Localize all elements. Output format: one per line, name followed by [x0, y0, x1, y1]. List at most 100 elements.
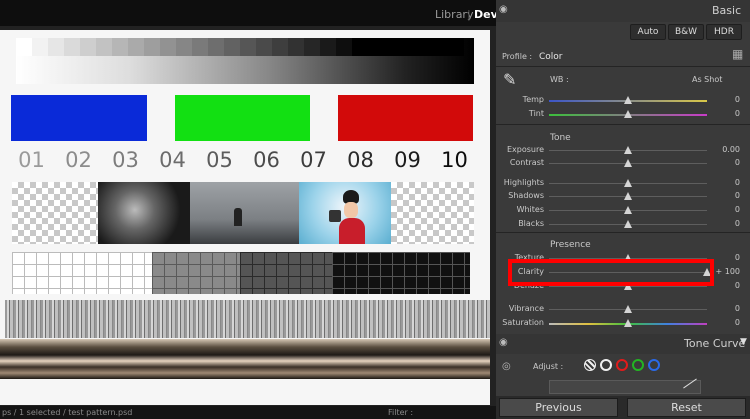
motion-blur-strip — [0, 339, 490, 379]
tone-curve-title: Tone Curve — [684, 337, 746, 350]
slider-value[interactable]: 0 — [710, 109, 740, 118]
slider-thumb[interactable] — [624, 319, 632, 327]
slider-value[interactable]: 0 — [710, 318, 740, 327]
slider-row-saturation[interactable]: Saturation 0 — [496, 317, 750, 329]
tone-curve-header[interactable]: ◉ Tone Curve ▼ — [496, 334, 750, 354]
reset-button[interactable]: Reset — [627, 398, 746, 417]
number-label: 07 — [300, 148, 327, 172]
slider-row-whites[interactable]: Whites 0 — [496, 204, 750, 216]
bottom-buttons: Previous Reset — [496, 396, 750, 419]
module-bar: Library | Deve — [0, 0, 505, 26]
slider-label: Vibrance — [508, 304, 544, 313]
slider-thumb[interactable] — [624, 110, 632, 118]
pinup-illustration — [299, 182, 391, 244]
slider-thumb[interactable] — [624, 220, 632, 228]
slider-row-exposure[interactable]: Exposure 0.00 — [496, 144, 750, 156]
number-label: 05 — [206, 148, 233, 172]
slider-label: Highlights — [503, 178, 544, 187]
hdr-button[interactable]: HDR — [706, 24, 742, 40]
tone-section-title: Tone — [550, 133, 571, 143]
presence-section-title: Presence — [550, 240, 591, 250]
curve-graph[interactable] — [549, 378, 701, 394]
adjust-label: Adjust : — [533, 362, 564, 371]
target-adjust-icon[interactable]: ◎ — [502, 361, 511, 372]
slider-value[interactable]: 0 — [710, 178, 740, 187]
slider-row-vibrance[interactable]: Vibrance 0 — [496, 303, 750, 315]
number-label: 02 — [65, 148, 92, 172]
slider-value[interactable]: + 100 — [710, 267, 740, 276]
slider-value[interactable]: 0 — [710, 281, 740, 290]
slider-value[interactable]: 0 — [710, 95, 740, 104]
profile-browser-icon[interactable]: ▦ — [732, 47, 743, 61]
selection-info: ps / 1 selected / test pattern.psd — [2, 408, 133, 417]
black-grid — [332, 252, 470, 294]
slider-label: Contrast — [509, 158, 544, 167]
rgb-channel-icon[interactable] — [600, 359, 612, 371]
transparency-checker-left — [12, 182, 98, 244]
filmstrip-bar: ps / 1 selected / test pattern.psd Filte… — [0, 406, 496, 419]
slider-thumb[interactable] — [624, 206, 632, 214]
slider-label: Exposure — [506, 145, 544, 154]
green-swatch — [175, 95, 310, 141]
number-label: 08 — [347, 148, 374, 172]
auto-button[interactable]: Auto — [630, 24, 666, 40]
panel-title: Basic — [712, 4, 742, 17]
previous-button[interactable]: Previous — [499, 398, 618, 417]
wb-select[interactable]: As Shot — [692, 75, 722, 84]
profile-label: Profile : — [502, 52, 533, 61]
slider-label: Temp — [522, 95, 544, 104]
test-pattern-image[interactable]: 01 02 03 04 05 06 07 08 09 10 — [0, 30, 490, 405]
slider-thumb[interactable] — [624, 179, 632, 187]
wb-label: WB : — [550, 75, 569, 84]
profile-select[interactable]: Color — [539, 52, 563, 62]
number-label: 06 — [253, 148, 280, 172]
number-label: 01 — [18, 148, 45, 172]
dark-grid — [240, 252, 332, 294]
slider-value[interactable]: 0 — [710, 158, 740, 167]
slider-value[interactable]: 0 — [710, 205, 740, 214]
eye-icon[interactable]: ◉ — [499, 4, 508, 15]
number-row: 01 02 03 04 05 06 07 08 09 10 — [8, 148, 478, 172]
slider-row-contrast[interactable]: Contrast 0 — [496, 157, 750, 169]
slider-label: Shadows — [508, 191, 544, 200]
filter-label[interactable]: Filter : — [388, 408, 413, 417]
basic-header[interactable]: ◉ Basic — [496, 0, 750, 22]
slider-thumb[interactable] — [624, 192, 632, 200]
slider-row-temp[interactable]: Temp 0 — [496, 94, 750, 106]
slider-value[interactable]: 0 — [710, 191, 740, 200]
clarity-highlight-box — [508, 259, 714, 286]
number-label: 04 — [159, 148, 186, 172]
parametric-curve-icon[interactable] — [584, 359, 596, 371]
number-label: 10 — [441, 148, 468, 172]
blue-swatch — [11, 95, 147, 141]
red-swatch — [338, 95, 473, 141]
slider-row-tint[interactable]: Tint 0 — [496, 108, 750, 120]
number-label: 09 — [394, 148, 421, 172]
number-label: 03 — [112, 148, 139, 172]
grayscale-steps — [16, 38, 464, 56]
white-grid — [12, 252, 152, 294]
slider-value[interactable]: 0 — [710, 253, 740, 262]
eyedropper-icon[interactable]: ✎ — [503, 70, 516, 89]
slider-row-highlights[interactable]: Highlights 0 — [496, 177, 750, 189]
slider-row-blacks[interactable]: Blacks 0 — [496, 218, 750, 230]
green-channel-icon[interactable] — [632, 359, 644, 371]
slider-label: Saturation — [502, 318, 544, 327]
slider-value[interactable]: 0.00 — [710, 145, 740, 154]
red-channel-icon[interactable] — [616, 359, 628, 371]
develop-panel: ◉ Basic Auto B&W HDR Profile : Color ▦ ✎… — [496, 0, 750, 419]
bw-button[interactable]: B&W — [668, 24, 704, 40]
slider-value[interactable]: 0 — [710, 219, 740, 228]
slider-thumb[interactable] — [624, 96, 632, 104]
slider-thumb[interactable] — [624, 305, 632, 313]
slider-thumb[interactable] — [624, 159, 632, 167]
collapse-triangle-icon[interactable]: ▼ — [740, 337, 747, 347]
slider-thumb[interactable] — [624, 146, 632, 154]
foggy-photo — [190, 182, 299, 244]
blue-channel-icon[interactable] — [648, 359, 660, 371]
eye-icon[interactable]: ◉ — [499, 337, 508, 348]
bw-photo-people — [98, 182, 190, 244]
slider-value[interactable]: 0 — [710, 304, 740, 313]
slider-row-shadows[interactable]: Shadows 0 — [496, 190, 750, 202]
texture-strip — [5, 300, 490, 338]
